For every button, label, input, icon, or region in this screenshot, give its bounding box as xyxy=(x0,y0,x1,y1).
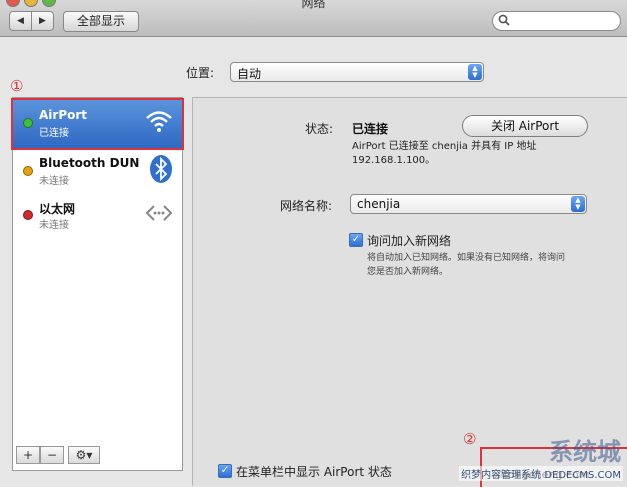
updown-arrows-icon: ▲ ▼ xyxy=(571,196,585,212)
service-status: 未连接 xyxy=(39,176,69,187)
annotation-marker-1: ① xyxy=(10,77,24,95)
location-value: 自动 xyxy=(237,67,262,81)
service-item-bluetooth[interactable]: Bluetooth DUN 未连接 xyxy=(13,148,182,196)
service-status: 已连接 xyxy=(39,128,69,139)
toolbar: 网络 ◀ ▶ 全部显示 xyxy=(0,0,627,37)
status-dot-red xyxy=(23,210,33,220)
search-icon xyxy=(498,14,510,26)
forward-button[interactable]: ▶ xyxy=(31,11,54,31)
ask-join-checkbox[interactable]: ✓ xyxy=(349,233,363,247)
updown-arrows-icon: ▲ ▼ xyxy=(468,64,482,80)
ask-join-description-line1: 将自动加入已知网络。如果没有已知网络，将询问 xyxy=(367,253,566,263)
add-service-button[interactable]: + xyxy=(16,446,40,464)
ask-join-label: 询问加入新网络 xyxy=(367,234,452,248)
location-popup[interactable]: 自动 ▲ ▼ xyxy=(230,62,484,82)
search-input[interactable] xyxy=(492,11,621,31)
turn-off-airport-button[interactable]: 关闭 AirPort xyxy=(462,115,588,137)
wifi-icon xyxy=(146,111,172,132)
gear-icon[interactable]: ⚙▾ xyxy=(68,446,100,464)
back-button[interactable]: ◀ xyxy=(9,11,32,31)
status-description-line1: AirPort 已连接至 chenjia 并具有 IP 地址 xyxy=(352,141,537,152)
show-status-checkbox[interactable]: ✓ xyxy=(218,464,232,478)
location-label: 位置: xyxy=(186,66,215,80)
network-name-value: chenjia xyxy=(357,197,401,211)
show-all-button[interactable]: 全部显示 xyxy=(63,11,139,32)
bluetooth-icon xyxy=(150,155,172,183)
status-description-line2: 192.168.1.100。 xyxy=(352,155,436,166)
service-item-ethernet[interactable]: 以太网 未连接 xyxy=(13,192,182,240)
status-dot-green xyxy=(23,118,33,128)
annotation-marker-2: ② xyxy=(463,430,477,448)
service-name: 以太网 xyxy=(39,202,76,216)
ethernet-arrows-icon xyxy=(145,205,173,221)
status-value: 已连接 xyxy=(352,122,389,136)
watermark-brand: 系统城 xyxy=(549,438,621,466)
status-dot-yellow xyxy=(23,166,33,176)
ask-join-description-line2: 您是否加入新网络。 xyxy=(367,267,449,277)
service-status: 未连接 xyxy=(39,220,69,231)
service-item-airport[interactable]: AirPort 已连接 xyxy=(11,98,184,150)
service-name: AirPort xyxy=(39,108,88,122)
status-label: 状态: xyxy=(305,122,334,136)
service-list-controls: + − ⚙▾ xyxy=(12,444,181,485)
remove-service-button[interactable]: − xyxy=(40,446,64,464)
service-name: Bluetooth DUN xyxy=(39,156,140,170)
watermark-url: xitongcheng.com xyxy=(494,468,590,481)
service-list: AirPort 已连接 Bluetooth DUN 未连接 以太网 未连接 xyxy=(11,97,184,471)
window-title: 网络 xyxy=(301,0,326,10)
network-name-popup[interactable]: chenjia ▲ ▼ xyxy=(350,194,587,214)
network-name-label: 网络名称: xyxy=(280,199,333,213)
show-status-label: 在菜单栏中显示 AirPort 状态 xyxy=(236,465,392,479)
